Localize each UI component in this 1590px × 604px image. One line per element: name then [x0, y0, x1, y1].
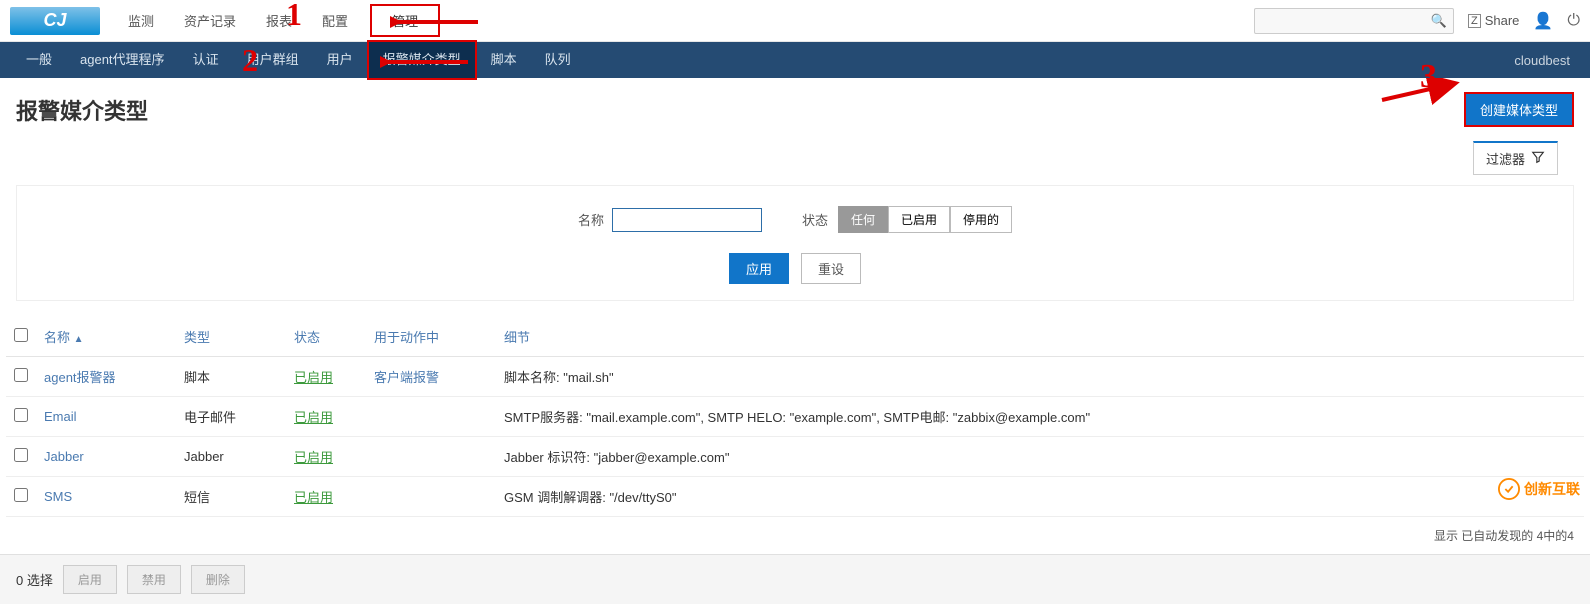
subnav-scripts[interactable]: 脚本: [477, 42, 531, 78]
col-usedin: 用于动作中: [366, 317, 496, 357]
nav-monitor[interactable]: 监测: [120, 7, 162, 34]
results-summary: 显示 已自动发现的 4中的4: [0, 517, 1590, 554]
bulk-disable-button[interactable]: 禁用: [127, 565, 181, 594]
watermark-icon: [1498, 478, 1520, 500]
share-prefix: Z: [1468, 14, 1481, 28]
table-row: SMS 短信 已启用 GSM 调制解调器: "/dev/ttyS0": [6, 477, 1584, 517]
current-user: cloudbest: [1514, 53, 1578, 68]
bulk-enable-button[interactable]: 启用: [63, 565, 117, 594]
filter-apply-button[interactable]: 应用: [729, 253, 789, 284]
bulk-actions-bar: 0 选择 启用 禁用 删除: [0, 554, 1590, 604]
page-header: 报警媒介类型 创建媒体类型: [0, 78, 1590, 141]
top-bar: CJ 监测 资产记录 报表 配置 管理 🔍 Z Share 👤 ⏻: [0, 0, 1590, 42]
col-details: 细节: [496, 317, 1584, 357]
sort-indicator: ▲: [74, 334, 84, 345]
status-disabled[interactable]: 停用的: [950, 206, 1012, 233]
nav-admin[interactable]: 管理: [370, 4, 440, 37]
mediatype-status-link[interactable]: 已启用: [294, 370, 333, 385]
sub-nav: 一般 agent代理程序 认证 用户群组 用户 报警媒介类型 脚本 队列 clo…: [0, 42, 1590, 78]
mediatype-details: GSM 调制解调器: "/dev/ttyS0": [496, 477, 1584, 517]
filter-icon: [1531, 150, 1545, 167]
mediatype-action-link: [366, 477, 496, 517]
status-group: 任何 已启用 停用的: [838, 206, 1012, 233]
nav-reports[interactable]: 报表: [258, 7, 300, 34]
nav-inventory[interactable]: 资产记录: [176, 7, 244, 34]
selected-count: 0 选择: [16, 570, 53, 589]
subnav-users[interactable]: 用户: [313, 42, 367, 78]
row-checkbox[interactable]: [14, 368, 28, 382]
subnav-general[interactable]: 一般: [12, 42, 66, 78]
mediatype-type: 脚本: [176, 357, 286, 397]
filter-name-label: 名称: [578, 210, 604, 229]
subnav-proxies[interactable]: agent代理程序: [66, 42, 179, 78]
global-search[interactable]: 🔍: [1254, 8, 1454, 34]
watermark: 创新互联: [1498, 478, 1580, 500]
status-any[interactable]: 任何: [838, 206, 888, 233]
mediatype-details: 脚本名称: "mail.sh": [496, 357, 1584, 397]
mediatype-action-link: [366, 437, 496, 477]
subnav-usergroups[interactable]: 用户群组: [233, 42, 313, 78]
mediatype-details: SMTP服务器: "mail.example.com", SMTP HELO: …: [496, 397, 1584, 437]
watermark-text: 创新互联: [1524, 479, 1580, 499]
row-checkbox[interactable]: [14, 488, 28, 502]
subnav-queue[interactable]: 队列: [531, 42, 585, 78]
mediatype-status-link[interactable]: 已启用: [294, 490, 333, 505]
create-media-type-button[interactable]: 创建媒体类型: [1464, 92, 1574, 127]
mediatype-details: Jabber 标识符: "jabber@example.com": [496, 437, 1584, 477]
subnav-auth[interactable]: 认证: [179, 42, 233, 78]
table-row: agent报警器 脚本 已启用 客户端报警 脚本名称: "mail.sh": [6, 357, 1584, 397]
mediatype-status-link[interactable]: 已启用: [294, 450, 333, 465]
mediatype-action-link: [366, 397, 496, 437]
filter-status-label: 状态: [802, 210, 828, 229]
mediatype-action-link[interactable]: 客户端报警: [374, 370, 439, 385]
row-checkbox[interactable]: [14, 448, 28, 462]
mediatype-name-link[interactable]: agent报警器: [44, 370, 116, 385]
share-link[interactable]: Z Share: [1468, 13, 1519, 28]
mediatype-name-link[interactable]: Jabber: [44, 449, 84, 464]
col-status: 状态: [286, 317, 366, 357]
col-name[interactable]: 名称 ▲: [44, 330, 84, 345]
power-icon[interactable]: ⏻: [1567, 12, 1580, 30]
select-all-checkbox[interactable]: [14, 328, 28, 342]
logo: CJ: [10, 7, 100, 35]
top-nav: 监测 资产记录 报表 配置 管理: [120, 4, 440, 37]
col-type[interactable]: 类型: [184, 330, 210, 345]
filter-reset-button[interactable]: 重设: [801, 253, 861, 284]
row-checkbox[interactable]: [14, 408, 28, 422]
filter-toggle[interactable]: 过滤器: [1473, 141, 1558, 175]
mediatype-status-link[interactable]: 已启用: [294, 410, 333, 425]
media-types-table: 名称 ▲ 类型 状态 用于动作中 细节 agent报警器 脚本 已启用 客户端报…: [6, 317, 1584, 517]
mediatype-type: 短信: [176, 477, 286, 517]
subnav-mediatypes[interactable]: 报警媒介类型: [367, 40, 477, 80]
table-row: Jabber Jabber 已启用 Jabber 标识符: "jabber@ex…: [6, 437, 1584, 477]
mediatype-name-link[interactable]: SMS: [44, 489, 72, 504]
user-icon[interactable]: 👤: [1533, 11, 1553, 31]
status-enabled[interactable]: 已启用: [888, 206, 950, 233]
page-title: 报警媒介类型: [16, 94, 148, 126]
mediatype-name-link[interactable]: Email: [44, 409, 77, 424]
share-label: Share: [1485, 13, 1520, 28]
bulk-delete-button[interactable]: 删除: [191, 565, 245, 594]
nav-config[interactable]: 配置: [314, 7, 356, 34]
mediatype-type: Jabber: [176, 437, 286, 477]
mediatype-type: 电子邮件: [176, 397, 286, 437]
filter-name-input[interactable]: [612, 208, 762, 232]
table-row: Email 电子邮件 已启用 SMTP服务器: "mail.example.co…: [6, 397, 1584, 437]
search-icon: 🔍: [1431, 13, 1447, 29]
filter-panel: 名称 状态 任何 已启用 停用的 应用 重设: [16, 185, 1574, 301]
filter-label: 过滤器: [1486, 149, 1525, 168]
